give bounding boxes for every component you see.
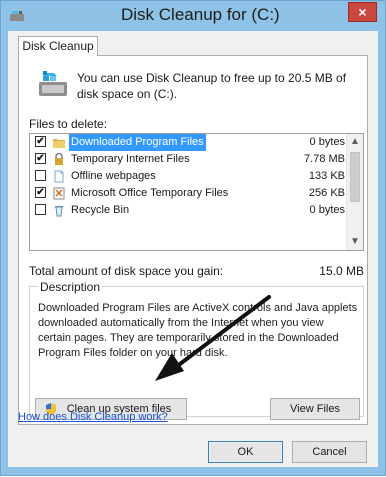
how-does-disk-cleanup-work-link[interactable]: How does Disk Cleanup work? [18, 411, 168, 423]
total-space-label: Total amount of disk space you gain: [29, 264, 224, 278]
file-size: 0 bytes [309, 136, 345, 148]
file-name: Temporary Internet Files [71, 153, 190, 165]
file-row[interactable]: ✔ Temporary Internet Files 7.78 MB [30, 151, 349, 168]
dialog-content: Disk Cleanup You can use Disk Cleanup to… [8, 31, 378, 467]
file-name: Recycle Bin [71, 204, 130, 216]
files-to-delete-label: Files to delete: [29, 117, 108, 131]
file-name: Downloaded Program Files [69, 134, 206, 151]
file-checkbox[interactable] [35, 170, 46, 181]
total-space-value: 15.0 MB [319, 264, 364, 278]
file-list[interactable]: ✔ Downloaded Program Files 0 bytes ✔ Tempora… [29, 133, 364, 251]
file-size: 0 bytes [309, 204, 345, 216]
file-checkbox[interactable] [35, 204, 46, 215]
file-list-rows: ✔ Downloaded Program Files 0 bytes ✔ Tempora… [30, 134, 349, 219]
description-title: Description [38, 280, 103, 294]
file-size: 7.78 MB [304, 153, 345, 165]
file-size: 256 KB [308, 187, 345, 199]
tab-disk-cleanup[interactable]: Disk Cleanup [18, 36, 98, 56]
page-icon [54, 170, 64, 183]
intro-text: You can use Disk Cleanup to free up to 2… [77, 71, 347, 101]
scroll-down-icon[interactable]: ▼ [347, 234, 363, 250]
recycle-bin-icon [55, 206, 63, 217]
cancel-button[interactable]: Cancel [292, 441, 367, 463]
lock-icon [55, 153, 63, 165]
disk-cleanup-window: Disk Cleanup for (C:) × Disk Cleanup You… [0, 0, 386, 476]
file-name: Offline webpages [71, 170, 156, 182]
file-row[interactable]: Recycle Bin 0 bytes [30, 202, 349, 219]
tab-panel: You can use Disk Cleanup to free up to 2… [18, 55, 368, 425]
total-space-row: Total amount of disk space you gain: 15.… [29, 264, 364, 278]
scroll-thumb[interactable] [350, 152, 360, 202]
close-button[interactable]: × [348, 2, 377, 22]
folder-icon [53, 139, 65, 148]
ok-button[interactable]: OK [208, 441, 283, 463]
file-name: Microsoft Office Temporary Files [71, 187, 229, 199]
file-row[interactable]: ✔ Microsoft Office Temporary Files 256 KB [30, 185, 349, 202]
title-bar: Disk Cleanup for (C:) × [1, 1, 385, 31]
file-checkbox[interactable]: ✔ [35, 187, 46, 198]
file-row[interactable]: ✔ Downloaded Program Files 0 bytes [30, 134, 349, 151]
office-icon [53, 187, 65, 200]
file-row[interactable]: Offline webpages 133 KB [30, 168, 349, 185]
description-text: Downloaded Program Files are ActiveX con… [38, 302, 358, 359]
scroll-up-icon[interactable]: ▲ [347, 134, 363, 150]
cleanup-app-icon [10, 11, 24, 21]
file-checkbox[interactable]: ✔ [35, 136, 46, 147]
view-files-button[interactable]: View Files [270, 398, 360, 420]
tab-strip: Disk Cleanup [8, 31, 378, 56]
disk-drive-icon [39, 71, 67, 96]
file-list-scrollbar[interactable]: ▲ ▼ [346, 134, 363, 250]
file-checkbox[interactable]: ✔ [35, 153, 46, 164]
file-size: 133 KB [308, 170, 345, 182]
window-title: Disk Cleanup for (C:) [121, 5, 280, 24]
